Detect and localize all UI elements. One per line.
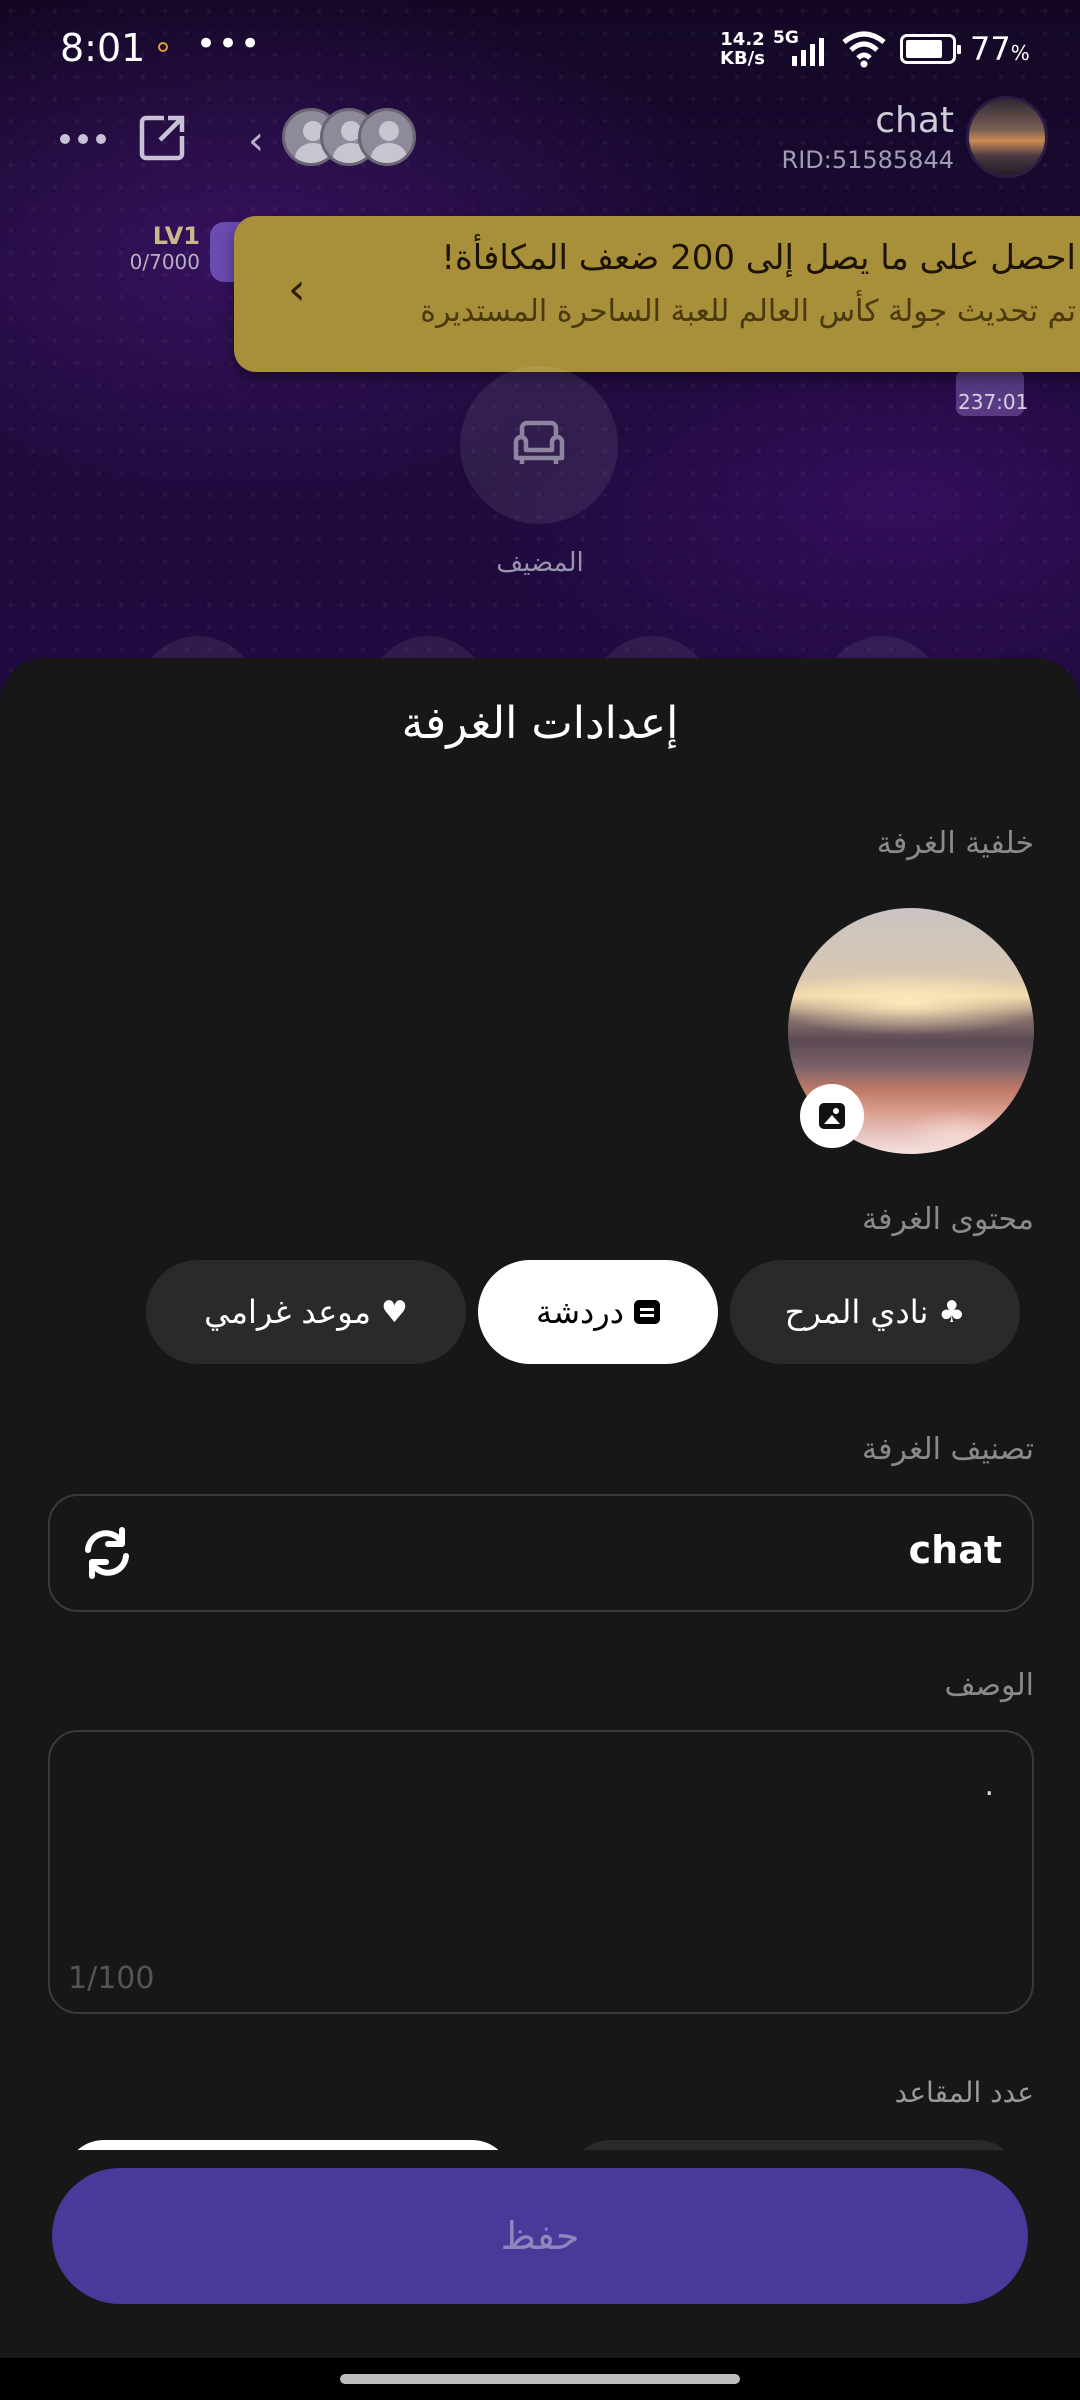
heart-icon: ♥ (380, 1294, 408, 1330)
description-label: الوصف (944, 1668, 1034, 1703)
home-indicator[interactable] (340, 2374, 740, 2384)
background-label: خلفية الغرفة (876, 826, 1034, 861)
description-char-count: 1/100 (68, 1961, 155, 1996)
sofa-icon (513, 420, 565, 464)
wifi-icon (842, 31, 886, 68)
chevron-left-icon[interactable]: ‹ (288, 264, 306, 315)
category-value: chat (908, 1528, 1002, 1572)
promo-subtitle: تم تحديث جولة كأس العالم للعبة الساحرة ا… (420, 294, 1076, 329)
description-field[interactable]: . 1/100 (48, 1730, 1034, 2014)
more-options-icon[interactable] (56, 118, 116, 158)
battery-icon (900, 34, 961, 64)
room-name: chat (875, 100, 954, 141)
save-button[interactable]: حفظ (52, 2168, 1028, 2304)
network-speed: 14.2 KB/s (720, 29, 765, 69)
signal-icon (792, 38, 824, 66)
promo-banner[interactable]: ‹ احصل على ما يصل إلى 200 ضعف المكافأة! … (234, 216, 1080, 372)
battery-percent: 77% (970, 30, 1030, 68)
image-icon (819, 1103, 845, 1129)
status-time: 8:01 (60, 26, 146, 70)
description-value: . (984, 1768, 994, 1803)
room-avatar[interactable] (966, 96, 1048, 178)
notification-icon (158, 42, 168, 52)
category-field[interactable]: chat (48, 1494, 1034, 1612)
content-option-chat[interactable]: دردشة (478, 1260, 718, 1364)
timer-text: 237:01 (958, 390, 1029, 414)
more-notifications-icon: ••• (196, 24, 263, 64)
change-background-button[interactable] (800, 1084, 864, 1148)
content-option-date[interactable]: ♥ موعد غرامي (146, 1260, 466, 1364)
chat-icon (633, 1300, 660, 1324)
avatar (358, 108, 416, 166)
content-label: محتوى الغرفة (862, 1202, 1034, 1237)
chevron-left-icon[interactable]: ‹ (248, 118, 264, 164)
content-option-fun-club[interactable]: ♣ نادي المرح (730, 1260, 1020, 1364)
room-settings-sheet: إعدادات الغرفة خلفية الغرفة محتوى الغرفة… (0, 658, 1080, 2400)
promo-title: احصل على ما يصل إلى 200 ضعف المكافأة! (441, 238, 1076, 278)
sheet-title: إعدادات الغرفة (401, 698, 679, 749)
status-bar: 8:01 ••• 14.2 KB/s 5G 77% (0, 0, 1080, 100)
level-badge[interactable]: LV1 0/7000 (110, 222, 200, 274)
room-id: RID:51585844 (781, 146, 954, 174)
category-label: تصنيف الغرفة (862, 1432, 1034, 1467)
online-users-avatars[interactable] (282, 108, 416, 166)
host-label: المضيف (496, 548, 584, 578)
seats-label: عدد المقاعد (894, 2076, 1034, 2109)
share-icon[interactable] (136, 110, 190, 164)
navigation-bar (0, 2358, 1080, 2400)
refresh-icon[interactable] (78, 1524, 136, 1582)
club-icon: ♣ (938, 1294, 966, 1330)
